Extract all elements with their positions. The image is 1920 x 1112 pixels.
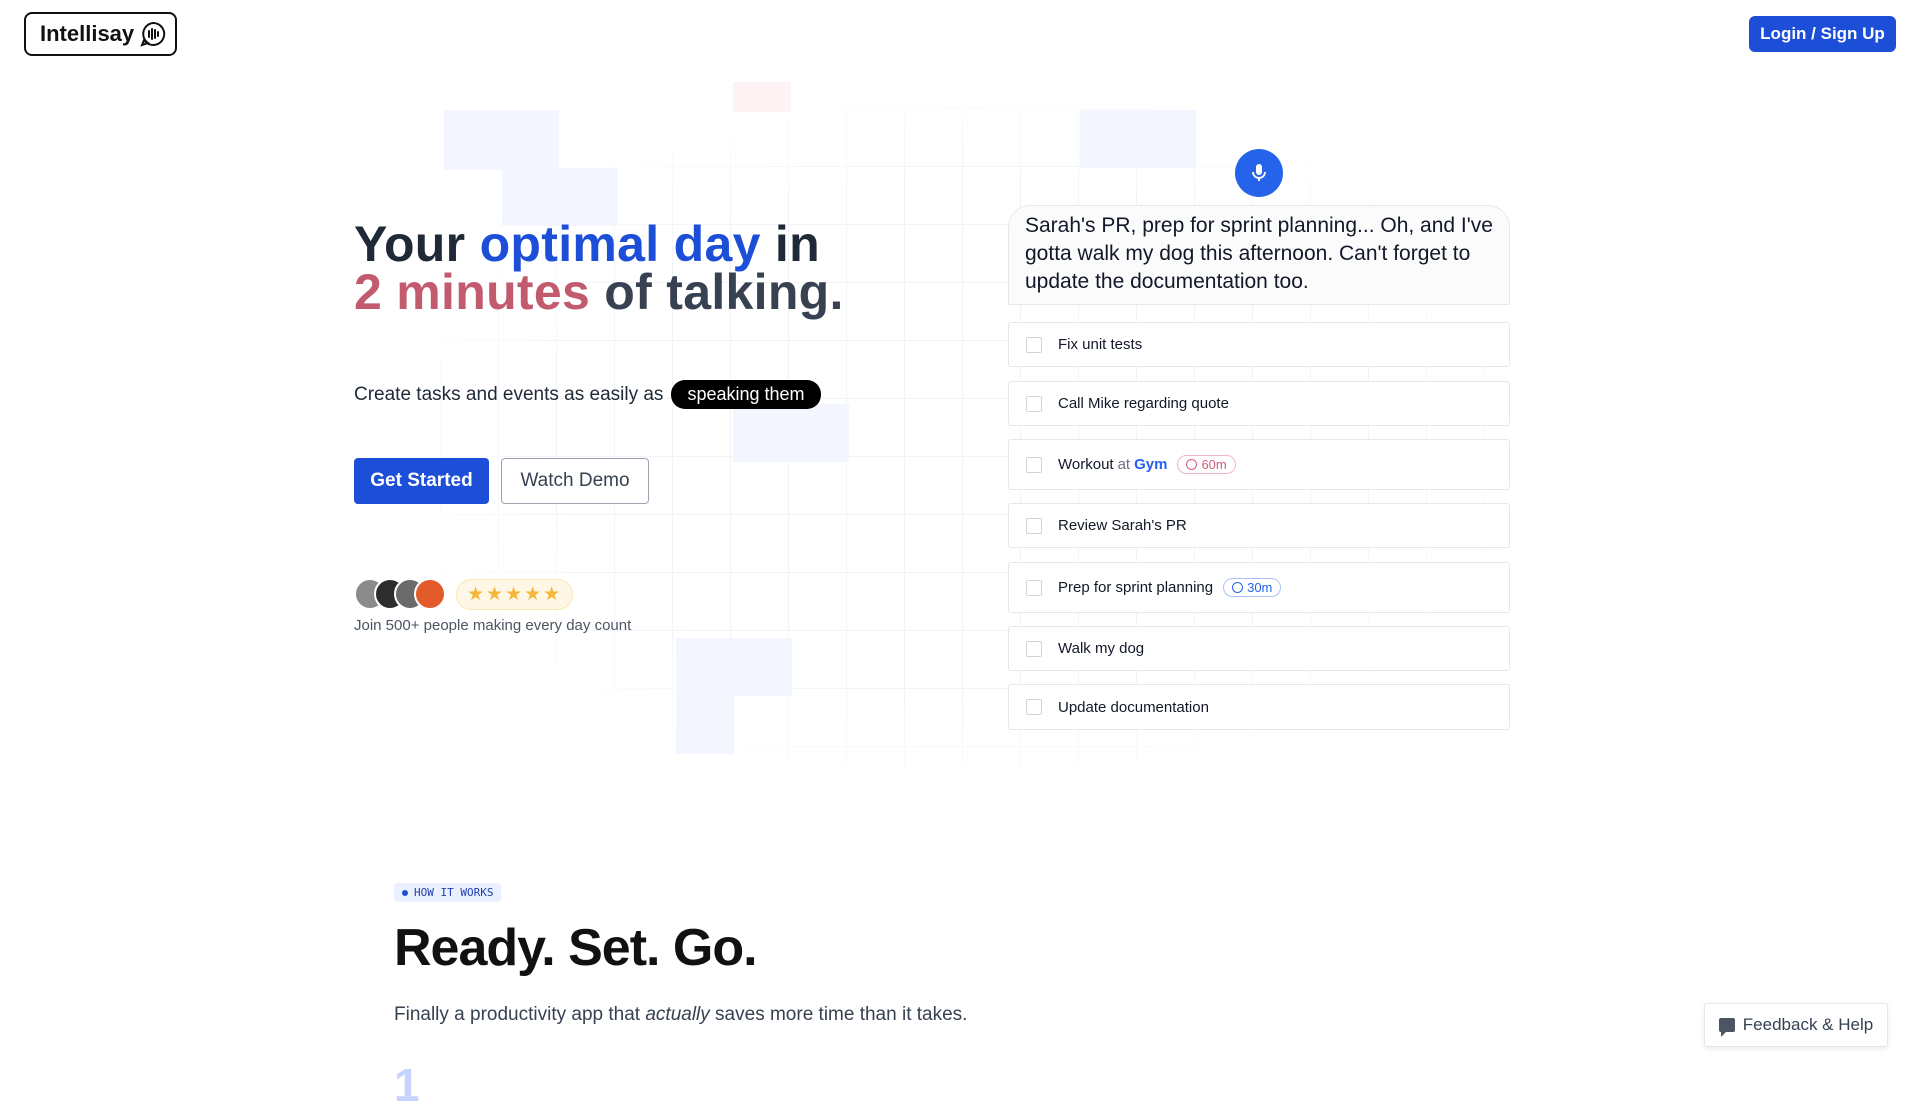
grid-tint (676, 638, 792, 696)
task-label: Fix unit tests (1058, 336, 1143, 353)
logo-text: Intellisay (40, 21, 135, 46)
grid-tint (676, 696, 734, 754)
login-signup-button[interactable]: Login / Sign Up (1749, 16, 1896, 52)
task-item[interactable]: Workout at Gym 60m (1008, 439, 1510, 490)
social-proof-text: Join 500+ people making every day count (354, 617, 632, 634)
duration-badge: 60m (1177, 455, 1236, 474)
task-item[interactable]: Fix unit tests (1008, 322, 1510, 367)
tag-dot-icon (402, 889, 408, 896)
feedback-label: Feedback & Help (1742, 1015, 1874, 1034)
tag-text: HOW IT WORKS (414, 886, 494, 899)
task-item[interactable]: Prep for sprint planning 30m (1008, 562, 1510, 613)
microphone-button[interactable] (1235, 149, 1283, 197)
grid-tint (733, 404, 849, 462)
task-label: Walk my dog (1058, 640, 1145, 657)
chat-icon (1718, 1018, 1735, 1037)
watch-demo-button[interactable]: Watch Demo (501, 458, 649, 504)
task-checkbox[interactable] (1026, 336, 1042, 353)
task-label: Prep for sprint planning (1058, 579, 1214, 596)
hero-title-text: of talking. (590, 264, 844, 320)
task-checkbox[interactable] (1026, 640, 1042, 657)
step-number: 1 (394, 1059, 420, 1111)
get-started-button[interactable]: Get Started (354, 458, 489, 504)
logo[interactable]: Intellisay (24, 12, 177, 56)
clock-icon (1232, 582, 1244, 593)
task-location: Gym (1134, 456, 1168, 473)
task-checkbox[interactable] (1026, 456, 1042, 473)
task-checkbox[interactable] (1026, 699, 1042, 715)
duration-badge: 30m (1223, 578, 1282, 597)
hero-subtitle-text: Create tasks and events as easily as (354, 383, 664, 405)
hero-subtitle: Create tasks and events as easily as spe… (354, 380, 821, 409)
hero-title-highlight-minutes: 2 minutes (354, 264, 591, 320)
task-item[interactable]: Update documentation (1008, 684, 1510, 730)
how-it-works-tag: HOW IT WORKS (394, 883, 502, 902)
speech-bubble-icon (140, 21, 166, 47)
clock-icon (1186, 459, 1198, 470)
speaking-them-pill: speaking them (671, 380, 821, 409)
task-item[interactable]: Review Sarah's PR (1008, 503, 1510, 548)
task-item[interactable]: Walk my dog (1008, 626, 1510, 671)
section-subtitle-text: Finally a productivity app that (394, 1004, 646, 1025)
task-label: Review Sarah's PR (1058, 517, 1187, 534)
duration-text: 60m (1201, 457, 1227, 472)
task-label: Workout (1058, 456, 1114, 473)
star-rating: ★★★★★ (456, 578, 574, 610)
duration-text: 30m (1247, 580, 1273, 595)
avatar-group: ★★★★★ (354, 578, 574, 610)
grid-tint (1080, 110, 1196, 168)
section-subtitle-emphasis: actually (645, 1004, 710, 1025)
hero-title: Your optimal day in 2 minutes of talking… (354, 219, 844, 317)
section-title: Ready. Set. Go. (394, 919, 758, 977)
task-label: Update documentation (1058, 698, 1209, 716)
section-subtitle-text: saves more time than it takes. (709, 1004, 968, 1025)
microphone-icon (1252, 164, 1266, 181)
grid-tint (444, 110, 559, 170)
task-item[interactable]: Call Mike regarding quote (1008, 381, 1510, 426)
avatar (414, 578, 446, 610)
feedback-help-button[interactable]: Feedback & Help (1704, 1003, 1888, 1047)
task-checkbox[interactable] (1026, 395, 1042, 412)
voice-transcript: Sarah's PR, prep for sprint planning... … (1008, 205, 1510, 305)
section-subtitle: Finally a productivity app that actually… (394, 1004, 967, 1026)
task-label: Call Mike regarding quote (1058, 395, 1229, 412)
task-checkbox[interactable] (1026, 517, 1042, 534)
grid-tint (733, 82, 791, 112)
task-checkbox[interactable] (1026, 579, 1042, 596)
task-at-text: at (1117, 456, 1131, 473)
